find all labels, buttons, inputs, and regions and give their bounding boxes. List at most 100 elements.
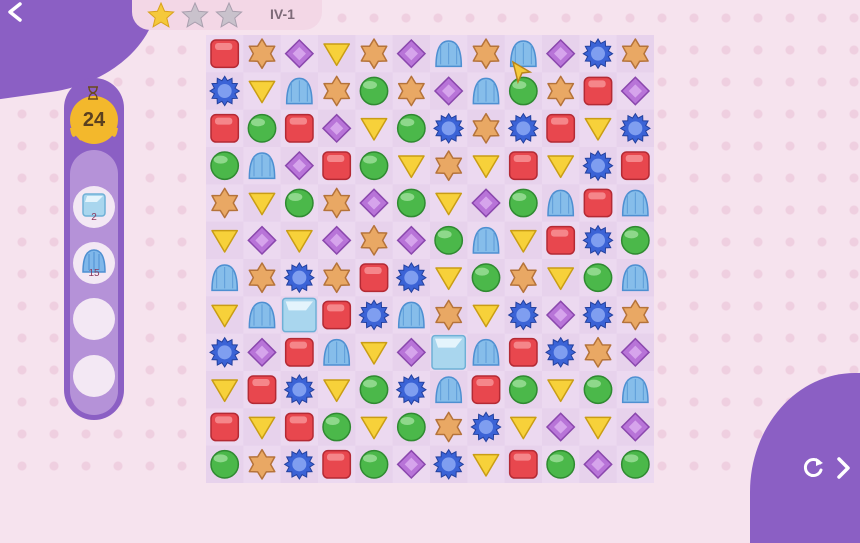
red-square-candy[interactable] (318, 147, 356, 185)
green-circle-candy[interactable] (359, 76, 389, 106)
blue-flower-candy[interactable] (392, 371, 430, 409)
yellow-triangle-candy[interactable] (355, 333, 393, 371)
orange-star-candy[interactable] (355, 35, 393, 73)
blue-flower-candy[interactable] (395, 262, 427, 294)
yellow-triangle-candy[interactable] (318, 371, 356, 409)
yellow-triangle-candy[interactable] (248, 416, 276, 440)
blue-flower-candy[interactable] (579, 35, 617, 73)
green-circle-candy[interactable] (396, 412, 426, 442)
orange-star-candy[interactable] (472, 112, 500, 144)
purple-diamond-candy[interactable] (471, 188, 501, 218)
purple-diamond-candy[interactable] (392, 445, 430, 483)
orange-star-candy[interactable] (248, 38, 276, 70)
purple-diamond-candy[interactable] (243, 221, 281, 259)
yellow-triangle-candy[interactable] (579, 408, 617, 446)
yellow-triangle-candy[interactable] (211, 229, 239, 253)
orange-star-candy[interactable] (542, 72, 580, 110)
blue-jelly-candy[interactable] (621, 189, 649, 217)
orange-star-candy[interactable] (243, 445, 281, 483)
blue-jelly-candy[interactable] (435, 376, 463, 404)
blue-flower-candy[interactable] (504, 109, 542, 147)
orange-star-candy[interactable] (360, 224, 388, 256)
blue-jelly-candy[interactable] (616, 371, 654, 409)
orange-star-candy[interactable] (435, 150, 463, 182)
purple-diamond-candy[interactable] (616, 72, 654, 110)
red-square-candy[interactable] (318, 296, 356, 334)
blue-jelly-candy[interactable] (472, 338, 500, 366)
purple-diamond-candy[interactable] (247, 337, 277, 368)
red-square-candy[interactable] (355, 259, 393, 297)
orange-star-candy[interactable] (430, 408, 468, 446)
orange-star-candy[interactable] (621, 38, 649, 70)
green-circle-candy[interactable] (280, 184, 318, 222)
red-square-candy[interactable] (280, 408, 318, 446)
blue-flower-candy[interactable] (206, 333, 244, 371)
orange-star-candy[interactable] (206, 184, 244, 222)
purple-diamond-candy[interactable] (545, 38, 576, 69)
game-board[interactable] (206, 35, 654, 483)
red-square-candy[interactable] (467, 371, 505, 409)
blue-jelly-candy[interactable] (206, 259, 244, 297)
restart-button[interactable] (800, 455, 826, 481)
yellow-triangle-candy[interactable] (542, 371, 580, 409)
orange-star-candy[interactable] (504, 259, 542, 297)
blue-flower-candy[interactable] (582, 150, 614, 182)
yellow-triangle-candy[interactable] (547, 267, 575, 291)
green-circle-candy[interactable] (504, 184, 542, 222)
yellow-triangle-candy[interactable] (211, 379, 239, 403)
blue-flower-candy[interactable] (280, 259, 318, 297)
purple-diamond-candy[interactable] (318, 221, 356, 259)
blue-jelly-candy[interactable] (285, 77, 313, 105)
green-circle-candy[interactable] (583, 375, 613, 405)
ice-block-candy[interactable] (281, 297, 317, 333)
green-circle-candy[interactable] (359, 375, 389, 405)
yellow-triangle-candy[interactable] (542, 147, 580, 185)
next-button[interactable] (830, 455, 856, 481)
green-circle-candy[interactable] (542, 445, 580, 483)
board-grid[interactable] (206, 35, 654, 483)
blue-flower-candy[interactable] (582, 299, 614, 331)
purple-diamond-candy[interactable] (396, 38, 427, 69)
red-square-candy[interactable] (280, 333, 318, 371)
red-square-candy[interactable] (206, 408, 244, 446)
yellow-triangle-candy[interactable] (430, 184, 468, 222)
red-square-candy[interactable] (508, 449, 538, 479)
blue-jelly-candy[interactable] (392, 296, 430, 334)
yellow-triangle-candy[interactable] (355, 109, 393, 147)
green-circle-candy[interactable] (616, 445, 654, 483)
yellow-triangle-candy[interactable] (243, 72, 281, 110)
green-circle-candy[interactable] (396, 188, 426, 218)
green-circle-candy[interactable] (508, 375, 538, 405)
purple-diamond-candy[interactable] (355, 184, 393, 222)
yellow-triangle-candy[interactable] (509, 229, 537, 253)
yellow-triangle-candy[interactable] (467, 296, 505, 334)
orange-star-candy[interactable] (323, 262, 351, 294)
blue-flower-candy[interactable] (358, 299, 390, 331)
blue-flower-candy[interactable] (209, 75, 241, 107)
blue-flower-candy[interactable] (430, 109, 468, 147)
yellow-triangle-candy[interactable] (467, 147, 505, 185)
green-circle-candy[interactable] (434, 225, 464, 255)
yellow-triangle-candy[interactable] (579, 109, 617, 147)
purple-diamond-candy[interactable] (620, 337, 651, 368)
purple-diamond-candy[interactable] (545, 412, 576, 442)
yellow-triangle-candy[interactable] (467, 445, 505, 483)
yellow-triangle-candy[interactable] (355, 408, 393, 446)
green-circle-candy[interactable] (210, 151, 240, 181)
blue-flower-candy[interactable] (283, 374, 315, 406)
orange-star-candy[interactable] (318, 72, 356, 110)
blue-jelly-candy[interactable] (467, 221, 505, 259)
blue-flower-candy[interactable] (283, 448, 315, 480)
red-square-candy[interactable] (546, 113, 576, 143)
orange-star-candy[interactable] (435, 299, 463, 331)
yellow-triangle-candy[interactable] (323, 43, 351, 67)
orange-star-candy[interactable] (323, 187, 351, 219)
red-square-candy[interactable] (508, 151, 538, 181)
green-circle-candy[interactable] (616, 221, 654, 259)
green-circle-candy[interactable] (359, 151, 389, 181)
blue-jelly-candy[interactable] (467, 72, 505, 110)
purple-diamond-candy[interactable] (396, 337, 427, 368)
blue-flower-candy[interactable] (545, 336, 577, 368)
blue-jelly-candy[interactable] (430, 35, 468, 73)
blue-jelly-candy[interactable] (621, 264, 649, 292)
